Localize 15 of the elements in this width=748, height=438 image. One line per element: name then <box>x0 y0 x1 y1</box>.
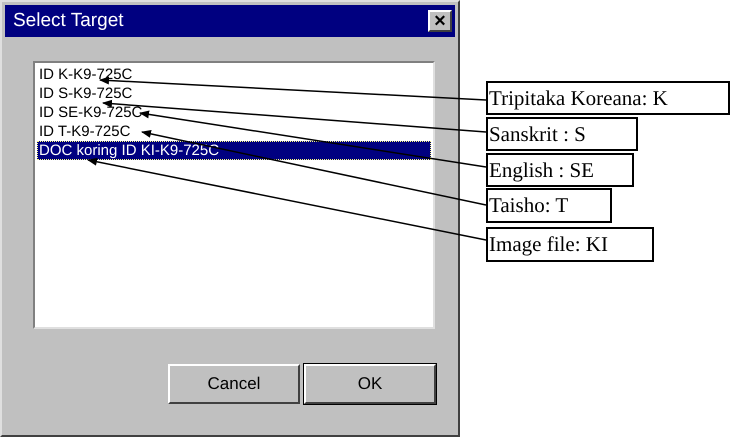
list-item[interactable]: ID SE-K9-725C <box>37 103 431 122</box>
close-button[interactable]: × <box>428 10 452 32</box>
target-list[interactable]: ID K-K9-725C ID S-K9-725C ID SE-K9-725C ID T-K9-725C DOC koring ID KI-K9-725C <box>33 61 435 329</box>
callout-label: Sanskrit : S <box>486 117 638 151</box>
window-title: Select Target <box>13 8 124 33</box>
cancel-button[interactable]: Cancel <box>168 364 300 404</box>
callout-label: Taisho: T <box>486 188 612 223</box>
callout-label: Tripitaka Koreana: K <box>486 81 730 115</box>
ok-button[interactable]: OK <box>304 364 436 404</box>
callout-label: English : SE <box>486 153 634 187</box>
callout-label: Image file: KI <box>486 227 654 262</box>
list-item[interactable]: ID S-K9-725C <box>37 84 431 103</box>
list-item[interactable]: ID K-K9-725C <box>37 65 431 84</box>
list-item[interactable]: DOC koring ID KI-K9-725C <box>37 141 431 160</box>
list-item[interactable]: ID T-K9-725C <box>37 122 431 141</box>
